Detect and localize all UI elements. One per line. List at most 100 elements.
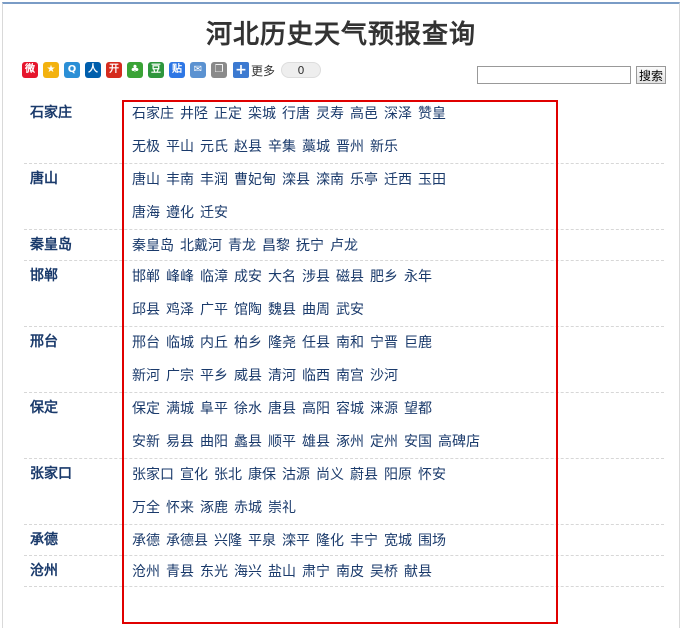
city-link[interactable]: 威县 [234,365,262,385]
city-link[interactable]: 邱县 [132,299,160,319]
weibo-icon[interactable]: 微 [22,62,38,78]
city-link[interactable]: 涉县 [302,266,330,286]
city-link[interactable]: 沙河 [370,365,398,385]
tieba-icon[interactable]: 贴 [169,62,185,78]
city-link[interactable]: 临漳 [200,266,228,286]
city-link[interactable]: 沧州 [132,561,160,581]
city-link[interactable]: 涿鹿 [200,497,228,517]
city-link[interactable]: 乐亭 [350,169,378,189]
region-name[interactable]: 保定 [24,393,124,423]
city-link[interactable]: 唐山 [132,169,160,189]
city-link[interactable]: 卢龙 [330,235,358,255]
city-link[interactable]: 肃宁 [302,561,330,581]
city-link[interactable]: 藁城 [302,136,330,156]
city-link[interactable]: 灵寿 [316,103,344,123]
qzone-icon[interactable]: ★ [43,62,59,78]
city-link[interactable]: 广宗 [166,365,194,385]
city-link[interactable]: 尚义 [316,464,344,484]
city-link[interactable]: 雄县 [302,431,330,451]
city-link[interactable]: 怀安 [418,464,446,484]
city-link[interactable]: 丰南 [166,169,194,189]
city-link[interactable]: 临西 [302,365,330,385]
city-link[interactable]: 石家庄 [132,103,174,123]
city-link[interactable]: 滦南 [316,169,344,189]
city-link[interactable]: 平泉 [248,530,276,550]
city-link[interactable]: 高碑店 [438,431,480,451]
city-link[interactable]: 大名 [268,266,296,286]
city-link[interactable]: 海兴 [234,561,262,581]
region-name[interactable]: 邢台 [24,327,124,357]
copy-icon[interactable]: ❐ [211,62,227,78]
city-link[interactable]: 东光 [200,561,228,581]
city-link[interactable]: 赞皇 [418,103,446,123]
city-link[interactable]: 万全 [132,497,160,517]
city-link[interactable]: 望都 [404,398,432,418]
city-link[interactable]: 武安 [336,299,364,319]
city-link[interactable]: 平乡 [200,365,228,385]
city-link[interactable]: 张北 [214,464,242,484]
city-link[interactable]: 秦皇岛 [132,235,174,255]
city-link[interactable]: 安新 [132,431,160,451]
city-link[interactable]: 兴隆 [214,530,242,550]
city-link[interactable]: 高阳 [302,398,330,418]
city-link[interactable]: 献县 [404,561,432,581]
city-link[interactable]: 怀来 [166,497,194,517]
city-link[interactable]: 魏县 [268,299,296,319]
city-link[interactable]: 内丘 [200,332,228,352]
city-link[interactable]: 唐海 [132,202,160,222]
city-link[interactable]: 峰峰 [166,266,194,286]
city-link[interactable]: 阜平 [200,398,228,418]
city-link[interactable]: 赵县 [234,136,262,156]
city-link[interactable]: 保定 [132,398,160,418]
city-link[interactable]: 深泽 [384,103,412,123]
city-link[interactable]: 南皮 [336,561,364,581]
city-link[interactable]: 围场 [418,530,446,550]
city-link[interactable]: 邯郸 [132,266,160,286]
region-name[interactable]: 承德 [24,525,124,555]
city-link[interactable]: 昌黎 [262,235,290,255]
city-link[interactable]: 遵化 [166,202,194,222]
city-link[interactable]: 徐水 [234,398,262,418]
city-link[interactable]: 承德 [132,530,160,550]
city-link[interactable]: 鸡泽 [166,299,194,319]
city-link[interactable]: 蔚县 [350,464,378,484]
city-link[interactable]: 临城 [166,332,194,352]
city-link[interactable]: 南和 [336,332,364,352]
city-link[interactable]: 迁西 [384,169,412,189]
city-link[interactable]: 顺平 [268,431,296,451]
region-name[interactable]: 石家庄 [24,98,124,128]
city-link[interactable]: 滦平 [282,530,310,550]
city-link[interactable]: 平山 [166,136,194,156]
city-link[interactable]: 邢台 [132,332,160,352]
city-link[interactable]: 张家口 [132,464,174,484]
city-link[interactable]: 唐县 [268,398,296,418]
city-link[interactable]: 玉田 [418,169,446,189]
region-name[interactable]: 张家口 [24,459,124,489]
city-link[interactable]: 曲周 [302,299,330,319]
city-link[interactable]: 井陉 [180,103,208,123]
region-name[interactable]: 沧州 [24,556,124,586]
city-link[interactable]: 定州 [370,431,398,451]
city-link[interactable]: 行唐 [282,103,310,123]
city-link[interactable]: 盐山 [268,561,296,581]
city-link[interactable]: 无极 [132,136,160,156]
mail-icon[interactable]: ✉ [190,62,206,78]
city-link[interactable]: 涞源 [370,398,398,418]
city-link[interactable]: 馆陶 [234,299,262,319]
tqq-icon[interactable]: Q [64,62,80,78]
region-name[interactable]: 秦皇岛 [24,230,124,260]
city-link[interactable]: 元氏 [200,136,228,156]
douban-icon[interactable]: 豆 [148,62,164,78]
region-name[interactable]: 唐山 [24,164,124,194]
city-link[interactable]: 涿州 [336,431,364,451]
city-link[interactable]: 宽城 [384,530,412,550]
city-link[interactable]: 丰宁 [350,530,378,550]
city-link[interactable]: 清河 [268,365,296,385]
city-link[interactable]: 阳原 [384,464,412,484]
city-link[interactable]: 青龙 [228,235,256,255]
city-link[interactable]: 赤城 [234,497,262,517]
kaixin-icon[interactable]: 开 [106,62,122,78]
city-link[interactable]: 晋州 [336,136,364,156]
city-link[interactable]: 成安 [234,266,262,286]
share-more-button[interactable]: + 更多 [233,62,275,79]
